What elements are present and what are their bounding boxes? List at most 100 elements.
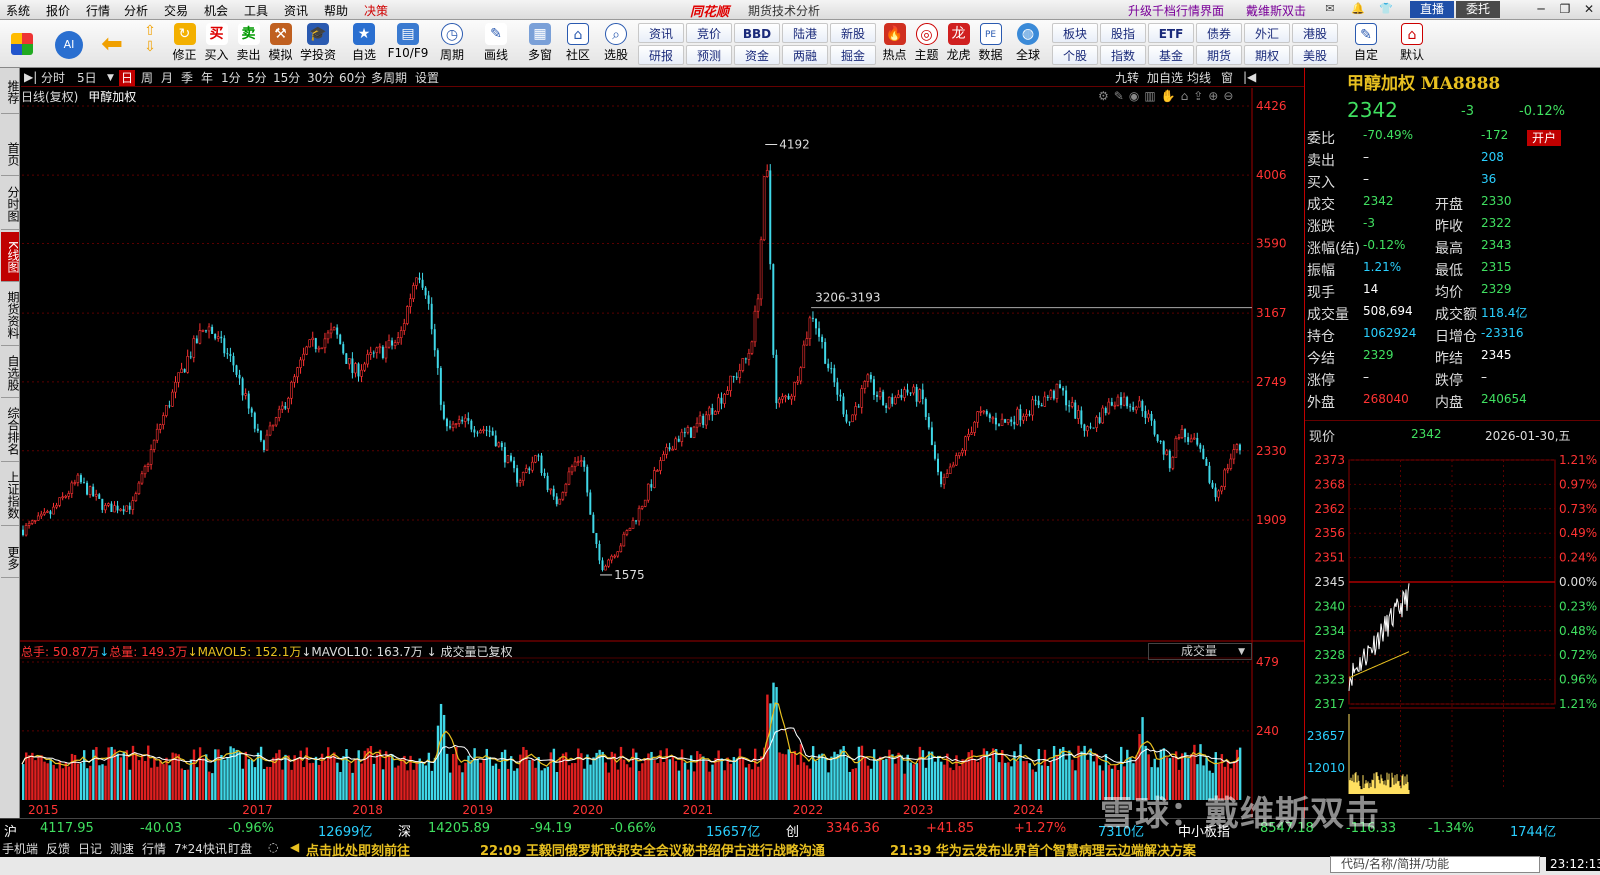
btn-research[interactable]: 研报 [638, 45, 684, 65]
btn-add-watch[interactable]: 加自选 [1145, 70, 1185, 86]
toolbar-dragon[interactable]: 龙龙虎 [942, 23, 975, 67]
menu-market[interactable]: 行情 [86, 2, 110, 19]
btn-sector[interactable]: 板块 [1052, 23, 1098, 43]
menu-analysis[interactable]: 分析 [124, 2, 148, 19]
status-watch[interactable]: 盯盘 [228, 840, 252, 857]
toolbar-sim[interactable]: ⚒ 模拟 [264, 23, 297, 67]
eye-icon[interactable]: ◉ [1129, 89, 1144, 103]
zoom-in-icon[interactable]: ⊕ [1208, 89, 1223, 103]
layout-button[interactable] [4, 23, 40, 67]
btn-forex[interactable]: 外汇 [1244, 23, 1290, 43]
toolbar-fix[interactable]: ↻ 修正 [168, 23, 201, 67]
btn-us-stock[interactable]: 美股 [1292, 45, 1338, 65]
news-item[interactable]: 21:39 华为云发布业界首个智慧病理云边端解决方案 [890, 840, 1196, 859]
upgrade-link[interactable]: 升级千档行情界面 [1128, 2, 1224, 19]
period-30min[interactable]: 30分 [305, 70, 336, 86]
toolbar-global[interactable]: ◍ 全球 [1008, 23, 1048, 67]
nav-kline[interactable]: K线图 [1, 232, 20, 282]
menu-trade[interactable]: 交易 [164, 2, 188, 19]
toolbar-custom[interactable]: ✎ 自定 [1348, 23, 1384, 67]
menu-tools[interactable]: 工具 [244, 2, 268, 19]
toolbar-theme[interactable]: ◎ 主题 [910, 23, 943, 67]
btn-single-stock[interactable]: 个股 [1052, 45, 1098, 65]
nav-ranking[interactable]: 综合排名 [1, 400, 20, 462]
period-5day[interactable]: 5日 [75, 70, 99, 86]
order-button[interactable]: 委托 [1456, 1, 1500, 18]
nav-home[interactable]: 首页 [1, 132, 20, 176]
mail-icon[interactable]: ✉ [1322, 2, 1338, 16]
btn-news[interactable]: 资讯 [638, 23, 684, 43]
period-settings[interactable]: 设置 [413, 70, 441, 86]
period-timeshare[interactable]: 分时 [39, 70, 67, 86]
period-1min[interactable]: 1分 [219, 70, 243, 86]
menu-quotes[interactable]: 报价 [46, 2, 70, 19]
menu-decision[interactable]: 决策 [364, 2, 388, 19]
btn-margin[interactable]: 两融 [782, 45, 828, 65]
period-day[interactable]: 日 [119, 70, 136, 86]
nav-timeshare[interactable]: 分时图 [1, 178, 20, 230]
btn-window[interactable]: 窗 [1219, 70, 1235, 86]
zoom-out-icon[interactable]: ⊖ [1223, 89, 1238, 103]
toolbar-default[interactable]: ⌂ 默认 [1394, 23, 1430, 67]
user-name[interactable]: 戴维斯双击 [1246, 2, 1306, 19]
open-account-button[interactable]: 开户 [1527, 130, 1561, 146]
btn-bond[interactable]: 债券 [1196, 23, 1242, 43]
hand-icon[interactable]: ✋ [1161, 89, 1181, 103]
restore-icon[interactable]: ❐ [1554, 1, 1576, 18]
trash-icon[interactable]: ▥ [1144, 89, 1160, 103]
toolbar-f10[interactable]: ▤ F10/F9 [386, 23, 430, 67]
minimize-icon[interactable]: ─ [1530, 1, 1552, 18]
status-flash[interactable]: 7*24快讯 [174, 840, 227, 857]
status-speedtest[interactable]: 测速 [110, 840, 134, 857]
search-input[interactable]: 代码/名称/简拼/功能 [1330, 856, 1540, 873]
toolbar-period[interactable]: ◷ 周期 [432, 23, 472, 67]
btn-futures[interactable]: 期货 [1196, 45, 1242, 65]
intraday-mini-chart[interactable]: 2373 1.21% 2368 0.97% 2362 0.73% 2356 0.49% 2351… [1305, 448, 1600, 808]
btn-hk-connect[interactable]: 陆港 [782, 23, 828, 43]
settings-icon[interactable]: ⚙ [1098, 89, 1114, 103]
period-60min[interactable]: 60分 [337, 70, 368, 86]
draw-icon[interactable]: ✎ [1114, 89, 1129, 103]
period-15min[interactable]: 15分 [271, 70, 302, 86]
toolbar-draw[interactable]: ✎ 画线 [476, 23, 516, 67]
news-item[interactable]: 22:09 王毅同俄罗斯联邦安全会议秘书绍伊古进行战略沟通 [480, 840, 825, 859]
menu-help[interactable]: 帮助 [324, 2, 348, 19]
live-button[interactable]: 直播 [1410, 1, 1454, 18]
status-feedback[interactable]: 反馈 [46, 840, 70, 857]
toolbar-screener[interactable]: ⌕ 选股 [596, 23, 636, 67]
back-button[interactable]: ⬅ [96, 23, 128, 67]
close-icon[interactable]: ✕ [1578, 1, 1600, 18]
period-year[interactable]: 年 [199, 70, 215, 86]
period-month[interactable]: 月 [159, 70, 175, 86]
btn-ma[interactable]: 均线 [1185, 70, 1213, 86]
down-arrow-icon[interactable]: ⇩ [136, 39, 164, 55]
period-dropdown-icon[interactable]: ▼ [107, 73, 114, 83]
btn-mining[interactable]: 掘金 [830, 45, 876, 65]
skin-icon[interactable]: 👕 [1378, 2, 1394, 16]
btn-options[interactable]: 期权 [1244, 45, 1290, 65]
indicator-select[interactable]: 成交量 ▼ [1148, 643, 1252, 660]
status-quotes[interactable]: 行情 [142, 840, 166, 857]
lock-icon[interactable]: ⌂ [1181, 89, 1194, 103]
btn-index[interactable]: 指数 [1100, 45, 1146, 65]
up-arrow-icon[interactable]: ⇧ [136, 23, 164, 39]
toolbar-buy[interactable]: 买买入 [200, 23, 233, 67]
nav-more[interactable]: 更多 [1, 538, 20, 578]
toolbar-multiwin[interactable]: ▦ 多窗 [520, 23, 560, 67]
btn-hk-stock[interactable]: 港股 [1292, 23, 1338, 43]
collapse-icon[interactable]: |◀ [1243, 70, 1256, 84]
btn-funds[interactable]: 资金 [734, 45, 780, 65]
toolbar-hotspot[interactable]: 🔥 热点 [878, 23, 911, 67]
nav-watchlist[interactable]: 自选股 [1, 348, 20, 398]
period-5min[interactable]: 5分 [245, 70, 269, 86]
export-icon[interactable]: ⇪ [1193, 89, 1208, 103]
up-down-buttons[interactable]: ⇧ ⇩ [136, 23, 164, 67]
toolbar-learn[interactable]: 🎓 学投资 [298, 23, 338, 67]
period-nav-icon[interactable]: ▶| [24, 70, 37, 84]
nav-recommend[interactable]: 推荐 [1, 70, 20, 114]
bell-icon[interactable]: 🔔 [1350, 2, 1366, 16]
period-week[interactable]: 周 [139, 70, 155, 86]
btn-stock-index[interactable]: 股指 [1100, 23, 1146, 43]
btn-forecast[interactable]: 预测 [686, 45, 732, 65]
nav-futures-info[interactable]: 期货资料 [1, 284, 20, 346]
